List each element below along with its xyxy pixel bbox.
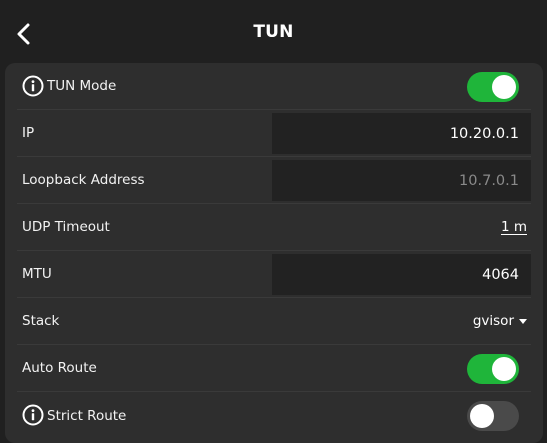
- strict-route-row: Strict Route: [17, 392, 531, 439]
- info-icon[interactable]: [22, 75, 44, 97]
- udp-timeout-label: UDP Timeout: [22, 219, 110, 235]
- page-title: TUN: [253, 22, 294, 42]
- toggle-knob: [492, 357, 516, 381]
- toggle-knob: [470, 404, 494, 428]
- udp-timeout-value[interactable]: 1 m: [501, 204, 527, 250]
- stack-dropdown[interactable]: gvisor: [473, 298, 527, 344]
- auto-route-row: Auto Route: [17, 345, 531, 392]
- settings-card: TUN Mode IP 10.20.0.1 Loopback Address 1…: [5, 63, 543, 443]
- mtu-input[interactable]: 4064: [272, 254, 531, 295]
- tun-mode-toggle[interactable]: [467, 72, 519, 102]
- strict-route-toggle[interactable]: [467, 401, 519, 431]
- auto-route-toggle[interactable]: [467, 354, 519, 384]
- ip-label: IP: [22, 125, 35, 141]
- ip-input[interactable]: 10.20.0.1: [272, 113, 531, 154]
- loopback-address-input[interactable]: 10.7.0.1: [272, 160, 531, 201]
- loopback-address-row: Loopback Address 10.7.0.1: [17, 157, 531, 204]
- stack-label: Stack: [22, 313, 60, 329]
- info-icon[interactable]: [22, 404, 44, 426]
- app-header: TUN: [0, 0, 547, 66]
- toggle-knob: [492, 75, 516, 99]
- caret-down-icon: [519, 318, 527, 324]
- loopback-address-label: Loopback Address: [22, 172, 145, 188]
- ip-row: IP 10.20.0.1: [17, 110, 531, 157]
- tun-mode-row: TUN Mode: [17, 63, 531, 110]
- mtu-row: MTU 4064: [17, 251, 531, 298]
- auto-route-label: Auto Route: [22, 360, 97, 376]
- udp-timeout-row: UDP Timeout 1 m: [17, 204, 531, 251]
- strict-route-label: Strict Route: [47, 407, 127, 424]
- stack-row: Stack gvisor: [17, 298, 531, 345]
- mtu-label: MTU: [22, 266, 52, 282]
- tun-mode-label: TUN Mode: [47, 78, 117, 94]
- stack-value: gvisor: [472, 313, 514, 329]
